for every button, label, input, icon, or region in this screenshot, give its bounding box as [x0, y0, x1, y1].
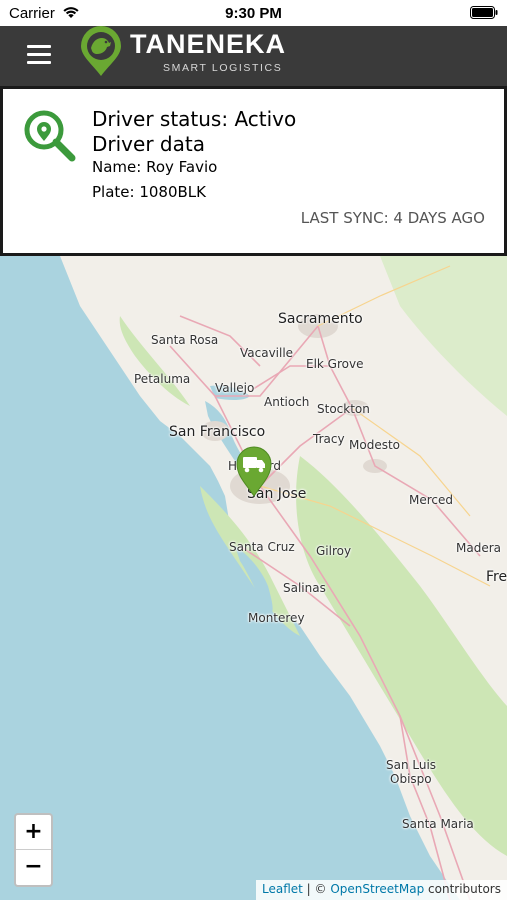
city-label-salinas: Salinas [283, 581, 326, 595]
battery-icon [470, 6, 498, 24]
city-label-elk-grove: Elk Grove [306, 357, 364, 371]
app-header: TANENEKA SMART LOGISTICS [0, 26, 507, 86]
driver-plate: Plate: 1080BLK [92, 183, 206, 201]
attribution-suffix: contributors [424, 882, 501, 896]
city-label-obispo: Obispo [390, 772, 432, 786]
city-label-santa-cruz: Santa Cruz [229, 540, 295, 554]
city-label-fresno: Fre [486, 569, 507, 585]
map-attribution: Leaflet | © OpenStreetMap contributors [256, 880, 507, 900]
city-label-santa-maria: Santa Maria [402, 817, 474, 831]
zoom-control: + − [14, 813, 53, 887]
city-label-sacramento: Sacramento [278, 311, 363, 327]
city-label-antioch: Antioch [264, 395, 310, 409]
driver-info-card: Driver status: Activo Driver data Name: … [0, 86, 507, 256]
location-search-icon [23, 109, 77, 168]
driver-name: Name: Roy Favio [92, 158, 218, 176]
city-label-santa-rosa: Santa Rosa [151, 333, 219, 347]
city-label-vacaville: Vacaville [240, 346, 294, 360]
zoom-out-button[interactable]: − [16, 850, 51, 885]
city-label-san-francisco: San Francisco [169, 424, 266, 440]
city-label-stockton: Stockton [317, 402, 370, 416]
truck-marker-icon[interactable] [235, 445, 273, 502]
driver-data-heading: Driver data [92, 132, 205, 156]
driver-status: Driver status: Activo [92, 107, 297, 131]
city-label-gilroy: Gilroy [316, 544, 352, 558]
zoom-in-button[interactable]: + [16, 815, 51, 850]
brand-name: TANENEKA [130, 29, 286, 59]
city-label-vallejo: Vallejo [215, 381, 255, 395]
attribution-separator: | © [302, 882, 331, 896]
city-label-merced: Merced [409, 493, 454, 507]
leaflet-link[interactable]: Leaflet [262, 882, 303, 896]
city-label-madera: Madera [456, 541, 501, 555]
status-bar: Carrier 9:30 PM [0, 0, 507, 26]
menu-icon[interactable] [27, 45, 51, 65]
city-label-monterey: Monterey [248, 611, 305, 625]
logo-pin-icon [78, 26, 124, 83]
city-label-tracy: Tracy [313, 432, 345, 446]
city-label-modesto: Modesto [349, 438, 400, 452]
brand-tagline: SMART LOGISTICS [163, 62, 283, 74]
map-view[interactable]: Sacramento Santa Rosa Vacaville Elk Grov… [0, 256, 507, 900]
osm-link[interactable]: OpenStreetMap [330, 882, 424, 896]
city-label-san-luis: San Luis [386, 758, 437, 772]
last-sync-label: LAST SYNC: 4 DAYS AGO [300, 209, 485, 227]
city-label-petaluma: Petaluma [134, 372, 191, 386]
status-time: 9:30 PM [225, 5, 282, 22]
